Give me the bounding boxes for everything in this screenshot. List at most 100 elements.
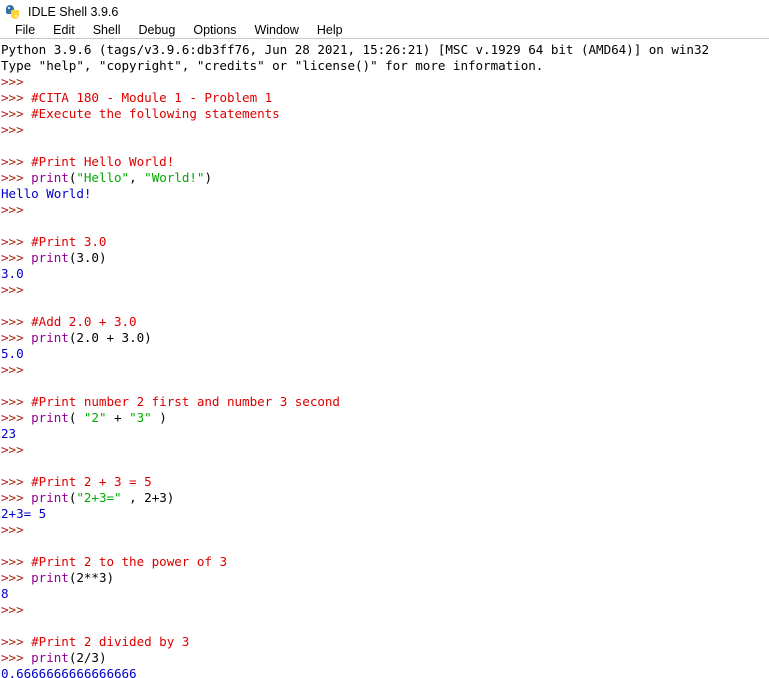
token-plain: Python 3.9.6 (tags/v3.9.6:db3ff76, Jun 2…	[1, 42, 710, 57]
shell-line-output: 5.0	[1, 346, 769, 362]
shell-line-input: >>> print(2/3)	[1, 650, 769, 666]
token-builtin: print	[31, 650, 69, 665]
window-title: IDLE Shell 3.9.6	[28, 5, 119, 19]
shell-line-banner: Type "help", "copyright", "credits" or "…	[1, 58, 769, 74]
token-plain: )	[151, 410, 167, 425]
title-bar: IDLE Shell 3.9.6	[0, 0, 769, 22]
token-plain: )	[204, 170, 212, 185]
menu-item-file[interactable]: File	[6, 22, 44, 38]
token-output: 5.0	[1, 346, 24, 361]
shell-line-prompt: >>>	[1, 122, 769, 138]
shell-line-input: >>> #Print 2 divided by 3	[1, 634, 769, 650]
shell-line-input: >>> print(2**3)	[1, 570, 769, 586]
token-comment: #Print 2 + 3 = 5	[31, 474, 152, 489]
token-comment: #Execute the following statements	[31, 106, 280, 121]
token-prompt: >>>	[1, 362, 32, 377]
token-prompt: >>>	[1, 170, 32, 185]
token-prompt: >>>	[1, 250, 32, 265]
token-comment: #Add 2.0 + 3.0	[31, 314, 137, 329]
shell-line-blank	[1, 298, 769, 314]
menu-item-window[interactable]: Window	[245, 22, 307, 38]
token-prompt: >>>	[1, 442, 32, 457]
shell-line-prompt: >>>	[1, 522, 769, 538]
token-prompt: >>>	[1, 394, 32, 409]
token-prompt: >>>	[1, 122, 32, 137]
shell-line-input: >>> #CITA 180 - Module 1 - Problem 1	[1, 90, 769, 106]
shell-line-blank	[1, 458, 769, 474]
token-string: "2+3="	[76, 490, 122, 505]
token-output: 2+3= 5	[1, 506, 47, 521]
token-prompt: >>>	[1, 490, 32, 505]
token-prompt: >>>	[1, 282, 32, 297]
shell-line-blank	[1, 538, 769, 554]
token-plain: (	[68, 410, 84, 425]
token-prompt: >>>	[1, 330, 32, 345]
token-comment: #Print 2 divided by 3	[31, 634, 190, 649]
token-output: Hello World!	[1, 186, 92, 201]
token-builtin: print	[31, 250, 69, 265]
token-plain: (2**3)	[68, 570, 115, 585]
token-plain: +	[106, 410, 130, 425]
token-prompt: >>>	[1, 74, 32, 89]
token-prompt: >>>	[1, 570, 32, 585]
token-prompt: >>>	[1, 154, 32, 169]
token-string: "Hello"	[76, 170, 130, 185]
python-logo-icon	[5, 4, 21, 20]
token-prompt: >>>	[1, 650, 32, 665]
menu-item-debug[interactable]: Debug	[130, 22, 185, 38]
token-prompt: >>>	[1, 634, 32, 649]
token-prompt: >>>	[1, 410, 32, 425]
token-prompt: >>>	[1, 522, 32, 537]
shell-line-prompt: >>>	[1, 442, 769, 458]
shell-line-banner: Python 3.9.6 (tags/v3.9.6:db3ff76, Jun 2…	[1, 42, 769, 58]
token-prompt: >>>	[1, 602, 32, 617]
shell-line-blank	[1, 218, 769, 234]
token-string: "3"	[129, 410, 152, 425]
token-builtin: print	[31, 330, 69, 345]
token-output: 3.0	[1, 266, 24, 281]
token-comment: #Print 2 to the power of 3	[31, 554, 227, 569]
token-comment: #CITA 180 - Module 1 - Problem 1	[31, 90, 273, 105]
menu-item-help[interactable]: Help	[308, 22, 352, 38]
token-prompt: >>>	[1, 474, 32, 489]
token-string: "2"	[83, 410, 107, 425]
shell-line-input: >>> #Print number 2 first and number 3 s…	[1, 394, 769, 410]
token-prompt: >>>	[1, 90, 32, 105]
token-output: 0.6666666666666666	[1, 666, 137, 678]
token-comment: #Print number 2 first and number 3 secon…	[31, 394, 340, 409]
shell-line-prompt: >>>	[1, 282, 769, 298]
shell-line-input: >>> print( "2" + "3" )	[1, 410, 769, 426]
shell-line-output: 23	[1, 426, 769, 442]
token-plain: (2.0 + 3.0)	[68, 330, 152, 345]
token-plain: Type "help", "copyright", "credits" or "…	[1, 58, 544, 73]
shell-line-prompt: >>>	[1, 362, 769, 378]
shell-line-input: >>> #Add 2.0 + 3.0	[1, 314, 769, 330]
token-builtin: print	[31, 410, 69, 425]
token-comment: #Print Hello World!	[31, 154, 175, 169]
token-prompt: >>>	[1, 106, 32, 121]
menu-bar: File Edit Shell Debug Options Window Help	[0, 22, 769, 39]
shell-line-input: >>> #Print 2 to the power of 3	[1, 554, 769, 570]
token-output: 23	[1, 426, 17, 441]
token-plain: ,	[129, 170, 145, 185]
token-prompt: >>>	[1, 202, 32, 217]
token-plain: , 2+3)	[121, 490, 175, 505]
token-builtin: print	[31, 570, 69, 585]
shell-line-blank	[1, 138, 769, 154]
shell-line-output: 3.0	[1, 266, 769, 282]
token-builtin: print	[31, 170, 69, 185]
shell-line-output: Hello World!	[1, 186, 769, 202]
menu-item-shell[interactable]: Shell	[84, 22, 130, 38]
shell-line-prompt: >>>	[1, 602, 769, 618]
shell-line-input: >>> #Print 3.0	[1, 234, 769, 250]
shell-text-area[interactable]: Python 3.9.6 (tags/v3.9.6:db3ff76, Jun 2…	[0, 39, 769, 678]
token-prompt: >>>	[1, 554, 32, 569]
token-plain: (2/3)	[68, 650, 107, 665]
menu-item-options[interactable]: Options	[184, 22, 245, 38]
shell-line-blank	[1, 378, 769, 394]
menu-item-edit[interactable]: Edit	[44, 22, 84, 38]
shell-line-input: >>> #Execute the following statements	[1, 106, 769, 122]
shell-line-output: 0.6666666666666666	[1, 666, 769, 678]
token-plain: (3.0)	[68, 250, 107, 265]
shell-line-prompt: >>>	[1, 202, 769, 218]
